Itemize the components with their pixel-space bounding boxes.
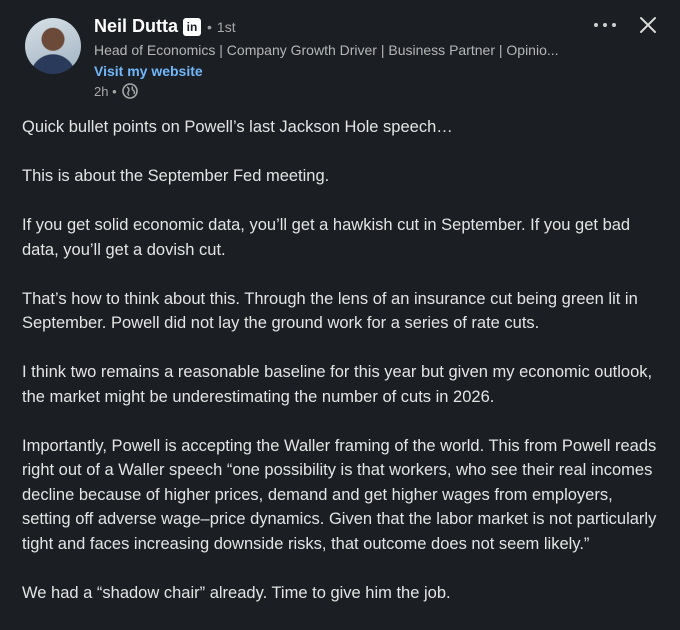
close-icon[interactable] xyxy=(638,15,658,35)
author-headline: Head of Economics | Company Growth Drive… xyxy=(94,42,559,58)
more-horizontal-icon[interactable] xyxy=(592,16,618,34)
post-paragraph: We had a “shadow chair” already. Time to… xyxy=(22,583,451,602)
linkedin-post: Neil Dutta in • 1st Head of Economics | … xyxy=(0,0,680,622)
post-paragraph: I think two remains a reasonable baselin… xyxy=(22,363,653,406)
connection-degree: 1st xyxy=(216,18,236,35)
visit-website-link[interactable]: Visit my website xyxy=(94,63,203,79)
post-time: 2h • xyxy=(94,83,117,99)
post-paragraph: Importantly, Powell is accepting the Wal… xyxy=(22,436,657,553)
post-paragraph: Quick bullet points on Powell’s last Jac… xyxy=(22,118,453,136)
author-name-row: Neil Dutta in • 1st xyxy=(94,16,236,37)
post-paragraph: That’s how to think about this. Through … xyxy=(22,289,638,333)
post-paragraph: This is about the September Fed meeting. xyxy=(22,167,330,185)
linkedin-icon: in xyxy=(183,17,202,36)
post-body: Quick bullet points on Powell’s last Jac… xyxy=(22,115,662,630)
globe-icon xyxy=(121,83,138,99)
post-paragraph: If you get solid economic data, you’ll g… xyxy=(22,216,631,259)
separator-dot: • xyxy=(207,18,212,35)
author-name[interactable]: Neil Dutta xyxy=(94,16,178,37)
avatar[interactable] xyxy=(25,18,81,74)
post-timestamp-row: 2h • xyxy=(94,83,138,99)
